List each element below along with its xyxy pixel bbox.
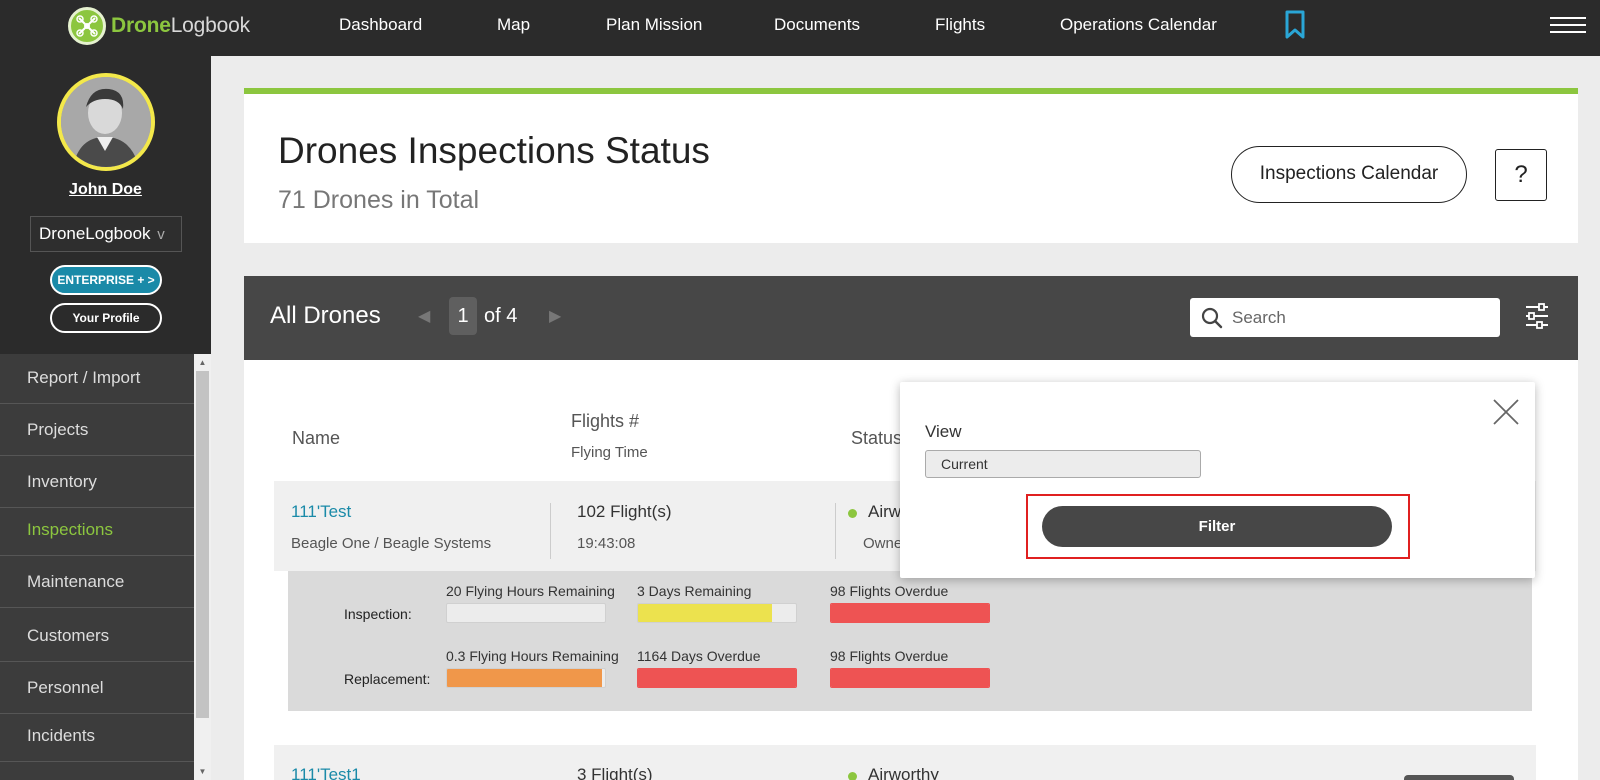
page-title: Drones Inspections Status: [278, 130, 710, 171]
bar-caption: 98 Flights Overdue: [830, 648, 949, 664]
sidebar-item-personnel[interactable]: Personnel: [0, 662, 194, 714]
column-header-flights[interactable]: Flights #: [571, 411, 639, 432]
org-select[interactable]: DroneLogbook v: [30, 216, 182, 252]
sidebar-scrollbar[interactable]: ▲ ▼: [194, 354, 211, 780]
page-total: of 4: [484, 305, 518, 327]
top-navbar: DroneLogbook Dashboard Map Plan Mission …: [0, 0, 1600, 56]
org-select-value: DroneLogbook: [39, 224, 151, 243]
list-toolbar: All Drones ◀ 1 of 4 ▶: [244, 276, 1578, 360]
progress-bar: [637, 668, 797, 688]
hamburger-icon[interactable]: [1550, 17, 1586, 37]
username-link[interactable]: John Doe: [0, 181, 211, 199]
column-divider: [550, 503, 551, 559]
flying-time: 19:43:08: [577, 535, 636, 552]
enterprise-button[interactable]: ENTERPRISE + >: [50, 265, 162, 295]
sidebar-item-report-import[interactable]: Report / Import: [0, 354, 194, 404]
close-icon[interactable]: [1492, 398, 1520, 426]
nav-dashboard[interactable]: Dashboard: [339, 15, 422, 35]
progress-bar: [446, 603, 606, 623]
bar-caption: 3 Days Remaining: [637, 583, 752, 599]
bar-caption: 0.3 Flying Hours Remaining: [446, 648, 619, 664]
list-title: All Drones: [270, 302, 381, 329]
filter-button[interactable]: Filter: [1042, 506, 1392, 547]
sidebar-item-inspections[interactable]: Inspections: [0, 504, 194, 556]
inspection-label: Inspection:: [344, 606, 412, 622]
nav-plan-mission[interactable]: Plan Mission: [606, 15, 702, 35]
sidebar-item-customers[interactable]: Customers: [0, 610, 194, 662]
flight-count: 3 Flight(s): [577, 765, 653, 780]
table-row[interactable]: 111'Test1 3 Flight(s) Airworthy: [274, 745, 1536, 780]
help-button[interactable]: ?: [1495, 149, 1547, 201]
sidebar-item-inventory[interactable]: Inventory: [0, 456, 194, 508]
sidebar-menu: Report / Import Projects Inventory Inspe…: [0, 354, 194, 780]
sidebar-item-projects[interactable]: Projects: [0, 404, 194, 456]
drone-name-link[interactable]: 111'Test1: [291, 765, 361, 780]
inspections-calendar-button[interactable]: Inspections Calendar: [1231, 146, 1467, 203]
next-page-icon[interactable]: ▶: [549, 306, 561, 326]
view-label: View: [925, 422, 962, 441]
row-action-button[interactable]: [1404, 775, 1514, 780]
sidebar-item-incidents[interactable]: Incidents: [0, 710, 194, 762]
status-text: Airw: [868, 502, 902, 521]
search-box: [1190, 298, 1500, 337]
status-dot-icon: [848, 509, 857, 518]
status-text: Airworthy: [868, 765, 939, 780]
progress-bar: [830, 603, 990, 623]
filter-settings-icon[interactable]: [1525, 303, 1549, 334]
inspection-detail-panel: Inspection: Replacement: 20 Flying Hours…: [288, 571, 1532, 711]
drone-model: Beagle One / Beagle Systems: [291, 535, 492, 552]
header-card: Drones Inspections Status 71 Drones in T…: [244, 88, 1578, 243]
progress-bar: [446, 668, 606, 688]
search-icon: [1201, 307, 1223, 334]
drone-count: 71 Drones in Total: [278, 186, 480, 214]
nav-documents[interactable]: Documents: [774, 15, 860, 35]
sidebar-item-maintenance[interactable]: Maintenance: [0, 556, 194, 608]
scroll-thumb[interactable]: [196, 371, 209, 718]
nav-operations-calendar[interactable]: Operations Calendar: [1060, 15, 1217, 35]
scroll-up-arrow-icon[interactable]: ▲: [194, 354, 211, 371]
chevron-down-icon: v: [157, 226, 165, 243]
progress-bar: [637, 603, 797, 623]
logo[interactable]: DroneLogbook: [68, 5, 250, 47]
logo-text: DroneLogbook: [111, 14, 250, 37]
your-profile-button[interactable]: Your Profile: [50, 303, 162, 333]
drone-logo-icon: [68, 7, 106, 45]
owner-text: Owne: [863, 535, 903, 552]
bar-caption: 20 Flying Hours Remaining: [446, 583, 615, 599]
sidebar-profile: John Doe DroneLogbook v ENTERPRISE + > Y…: [0, 56, 211, 354]
prev-page-icon[interactable]: ◀: [418, 306, 430, 326]
replacement-label: Replacement:: [344, 671, 431, 687]
view-select[interactable]: Current: [925, 450, 1201, 478]
column-header-name[interactable]: Name: [292, 428, 340, 449]
bar-caption: 1164 Days Overdue: [637, 648, 761, 664]
filter-popup: View Current Filter: [900, 382, 1535, 578]
avatar[interactable]: [57, 73, 155, 171]
search-input[interactable]: [1232, 298, 1492, 337]
nav-flights[interactable]: Flights: [935, 15, 985, 35]
bar-caption: 98 Flights Overdue: [830, 583, 949, 599]
column-header-flying-time[interactable]: Flying Time: [571, 444, 648, 461]
column-header-status[interactable]: Status: [851, 428, 902, 449]
bookmark-icon[interactable]: [1284, 10, 1306, 45]
drone-name-link[interactable]: 111'Test: [291, 502, 351, 522]
progress-bar: [830, 668, 990, 688]
nav-map[interactable]: Map: [497, 15, 530, 35]
column-divider: [835, 503, 836, 559]
status-dot-icon: [848, 772, 857, 780]
scroll-down-arrow-icon[interactable]: ▼: [194, 763, 211, 780]
current-page[interactable]: 1: [449, 297, 477, 335]
flight-count: 102 Flight(s): [577, 502, 672, 521]
